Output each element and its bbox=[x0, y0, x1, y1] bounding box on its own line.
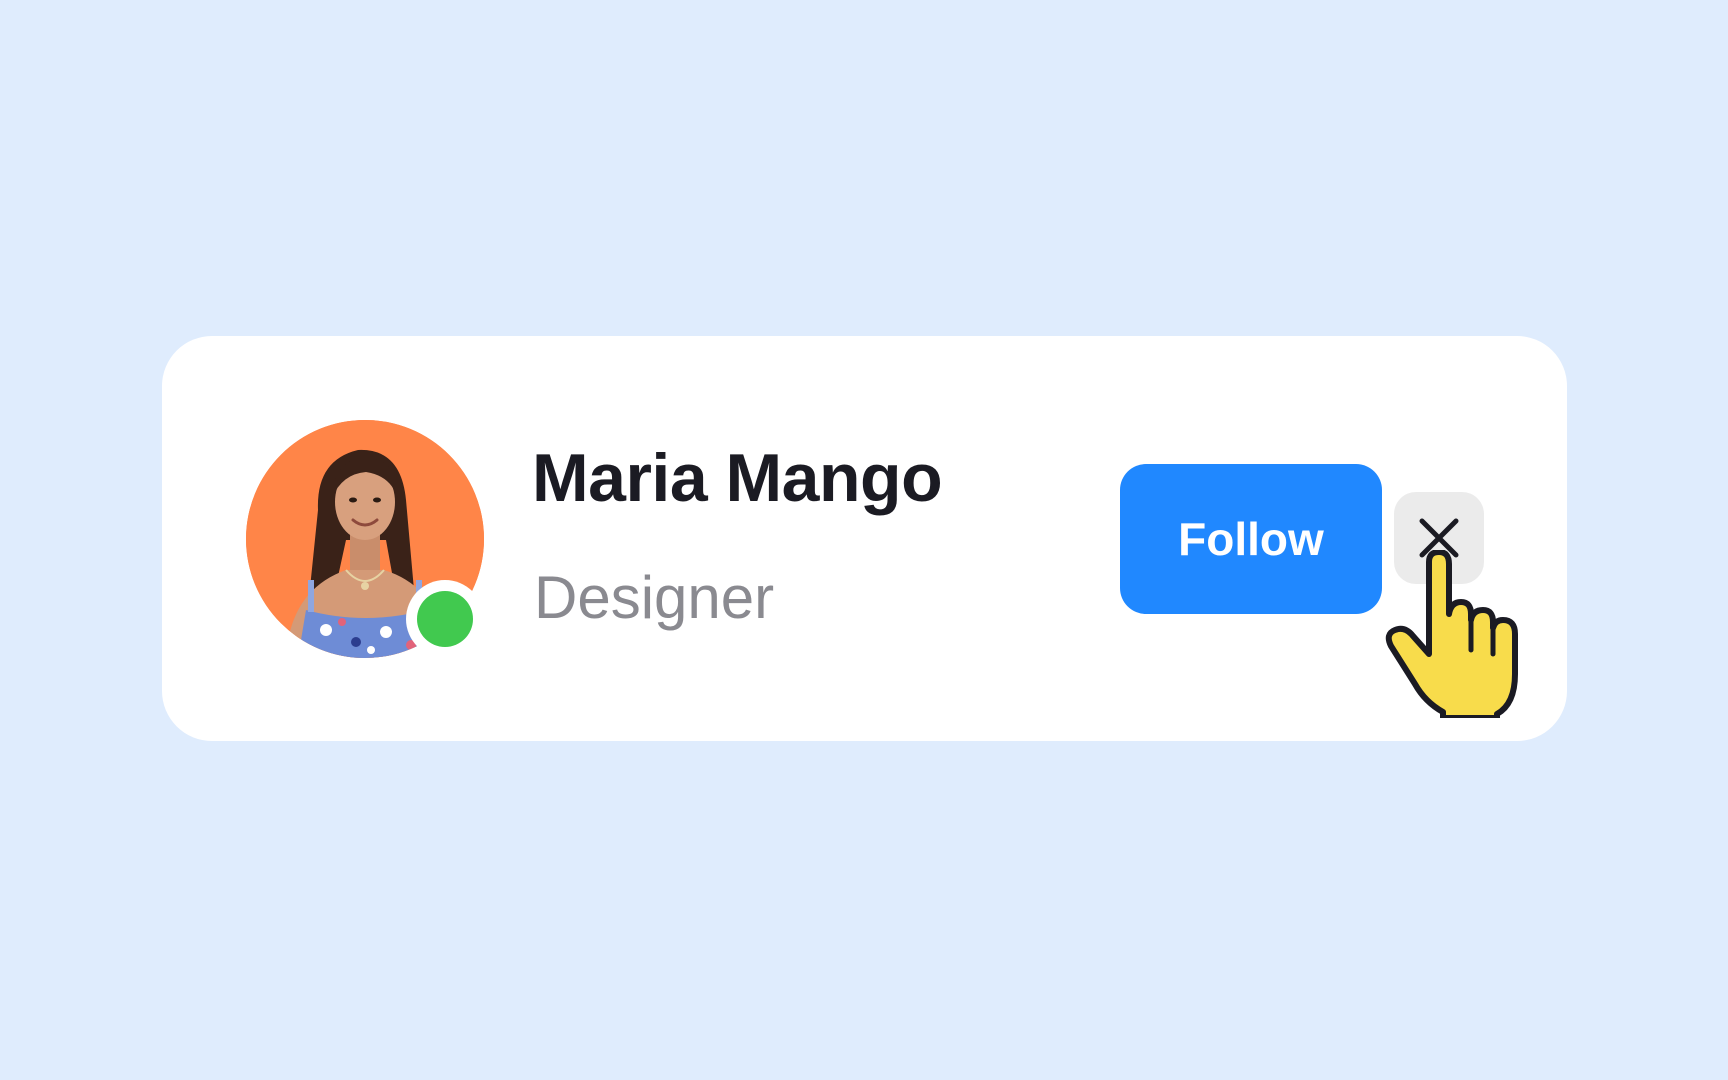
online-status-dot bbox=[417, 591, 473, 647]
profile-card: Maria Mango Designer Follow bbox=[162, 336, 1567, 741]
avatar-container bbox=[246, 420, 484, 658]
close-icon bbox=[1419, 518, 1459, 558]
dismiss-button[interactable] bbox=[1394, 492, 1484, 584]
status-indicator bbox=[406, 580, 484, 658]
follow-button[interactable]: Follow bbox=[1120, 464, 1382, 614]
user-role: Designer bbox=[534, 564, 775, 631]
user-name: Maria Mango bbox=[532, 440, 943, 516]
